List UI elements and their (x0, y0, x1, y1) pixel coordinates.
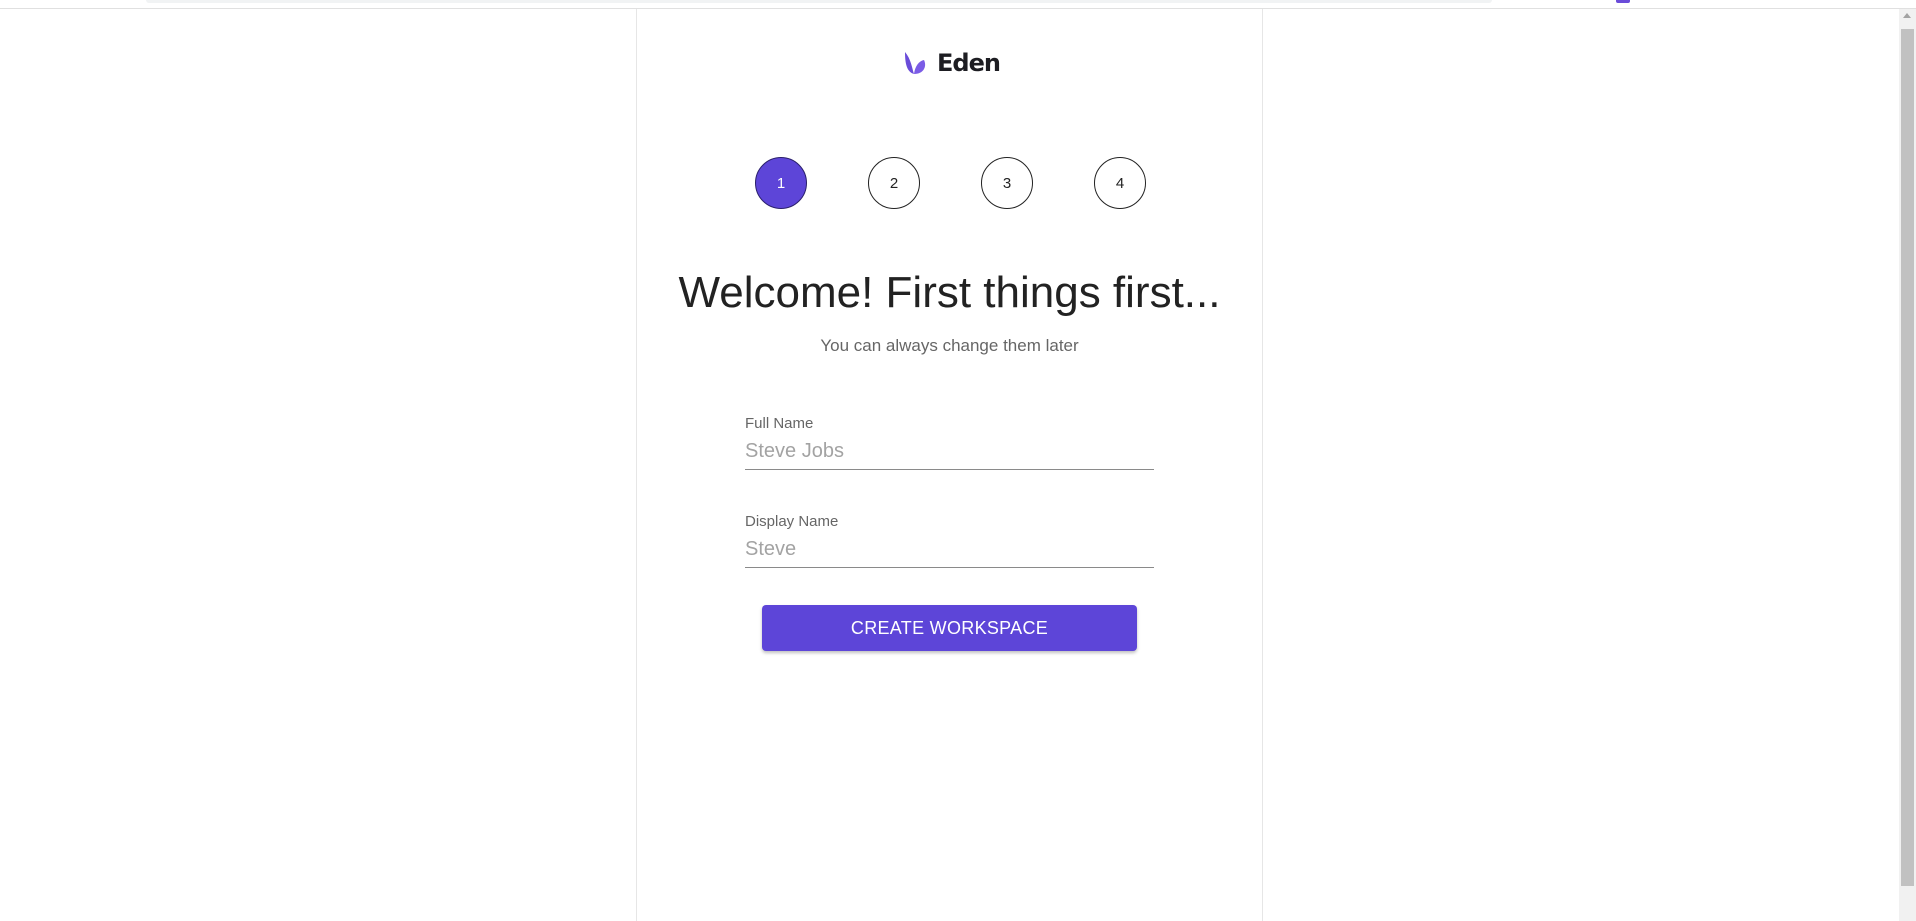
eden-leaf-logo-icon (905, 52, 926, 74)
vertical-scrollbar[interactable] (1899, 9, 1916, 921)
step-indicator: 1 2 3 4 (755, 157, 1147, 209)
step-4: 4 (1094, 157, 1146, 209)
brand-logo: Eden (902, 49, 1001, 77)
scroll-up-arrow-icon[interactable] (1903, 13, 1911, 18)
scrollbar-thumb[interactable] (1901, 29, 1914, 886)
page-title: Welcome! First things first... (678, 268, 1221, 317)
extension-icon[interactable] (1616, 0, 1630, 3)
step-3: 3 (981, 157, 1033, 209)
create-workspace-button[interactable]: CREATE WORKSPACE (762, 605, 1137, 651)
step-1: 1 (755, 157, 807, 209)
step-2: 2 (868, 157, 920, 209)
address-bar[interactable] (146, 0, 1492, 3)
full-name-label: Full Name (745, 415, 814, 432)
browser-chrome-strip (0, 0, 1916, 9)
page-subtitle: You can always change them later (820, 336, 1079, 355)
display-name-field-group: Display Name (745, 513, 1154, 568)
full-name-field-group: Full Name (745, 415, 1154, 470)
display-name-input[interactable] (745, 538, 1154, 568)
display-name-label: Display Name (745, 513, 839, 530)
brand-name: Eden (937, 49, 1001, 77)
full-name-input[interactable] (745, 440, 1154, 470)
